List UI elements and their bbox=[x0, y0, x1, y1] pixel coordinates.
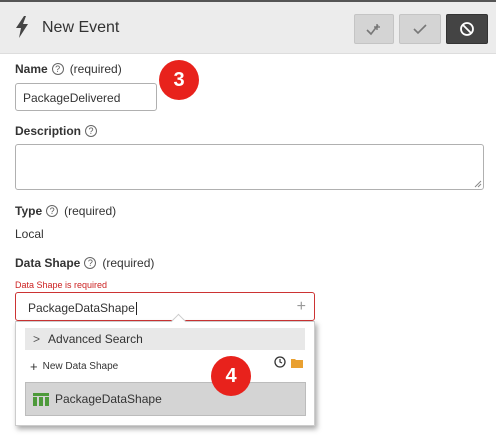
save-and-new-button[interactable] bbox=[354, 14, 394, 44]
plus-icon[interactable]: + bbox=[297, 298, 306, 316]
help-icon[interactable]: ? bbox=[51, 63, 64, 75]
resize-handle-icon[interactable] bbox=[474, 180, 482, 188]
lightning-bolt-icon bbox=[16, 16, 28, 38]
type-label: Type bbox=[15, 204, 43, 218]
clock-icon[interactable] bbox=[274, 356, 286, 368]
description-label-row: Description ? bbox=[15, 124, 98, 138]
help-icon[interactable]: ? bbox=[46, 205, 59, 217]
dialog-header: New Event bbox=[0, 0, 496, 54]
data-shape-input[interactable]: PackageDataShape + bbox=[15, 292, 315, 321]
cancel-icon bbox=[460, 22, 474, 36]
advanced-search-toggle[interactable]: > Advanced Search bbox=[25, 328, 305, 350]
description-textarea[interactable] bbox=[15, 144, 484, 190]
check-icon bbox=[413, 24, 427, 35]
save-button[interactable] bbox=[399, 14, 441, 44]
step-badge-3: 3 bbox=[159, 60, 199, 100]
name-required-text: (required) bbox=[69, 62, 122, 76]
help-icon[interactable]: ? bbox=[85, 125, 98, 137]
data-shape-result-item[interactable]: PackageDataShape bbox=[25, 382, 306, 416]
data-shape-icon bbox=[33, 392, 49, 406]
data-shape-label-row: Data Shape ? (required) bbox=[15, 256, 154, 270]
data-shape-error-text: Data Shape is required bbox=[15, 280, 108, 290]
advanced-search-label: Advanced Search bbox=[48, 332, 143, 346]
data-shape-required-text: (required) bbox=[102, 256, 155, 270]
text-cursor bbox=[135, 302, 137, 316]
folder-icon[interactable] bbox=[291, 358, 303, 368]
type-value: Local bbox=[15, 227, 44, 241]
data-shape-input-value: PackageDataShape bbox=[28, 301, 135, 315]
data-shape-label: Data Shape bbox=[15, 256, 81, 270]
new-data-shape-link[interactable]: + New Data Shape bbox=[30, 359, 118, 374]
type-label-row: Type ? (required) bbox=[15, 204, 116, 218]
data-shape-dropdown: > Advanced Search + New Data Shape Packa… bbox=[15, 313, 315, 426]
type-required-text: (required) bbox=[64, 204, 117, 218]
data-shape-result-label: PackageDataShape bbox=[55, 392, 162, 406]
cancel-button[interactable] bbox=[446, 14, 488, 44]
description-label: Description bbox=[15, 124, 82, 138]
dialog-title: New Event bbox=[42, 19, 120, 36]
plus-icon: + bbox=[30, 359, 38, 374]
chevron-right-icon: > bbox=[33, 332, 41, 346]
name-label: Name bbox=[15, 62, 48, 76]
name-input[interactable]: PackageDelivered bbox=[15, 83, 157, 111]
new-data-shape-label: New Data Shape bbox=[42, 361, 119, 372]
check-plus-icon bbox=[366, 24, 380, 36]
help-icon[interactable]: ? bbox=[84, 257, 97, 269]
step-badge-4: 4 bbox=[211, 356, 251, 396]
name-label-row: Name ? (required) bbox=[15, 62, 122, 76]
